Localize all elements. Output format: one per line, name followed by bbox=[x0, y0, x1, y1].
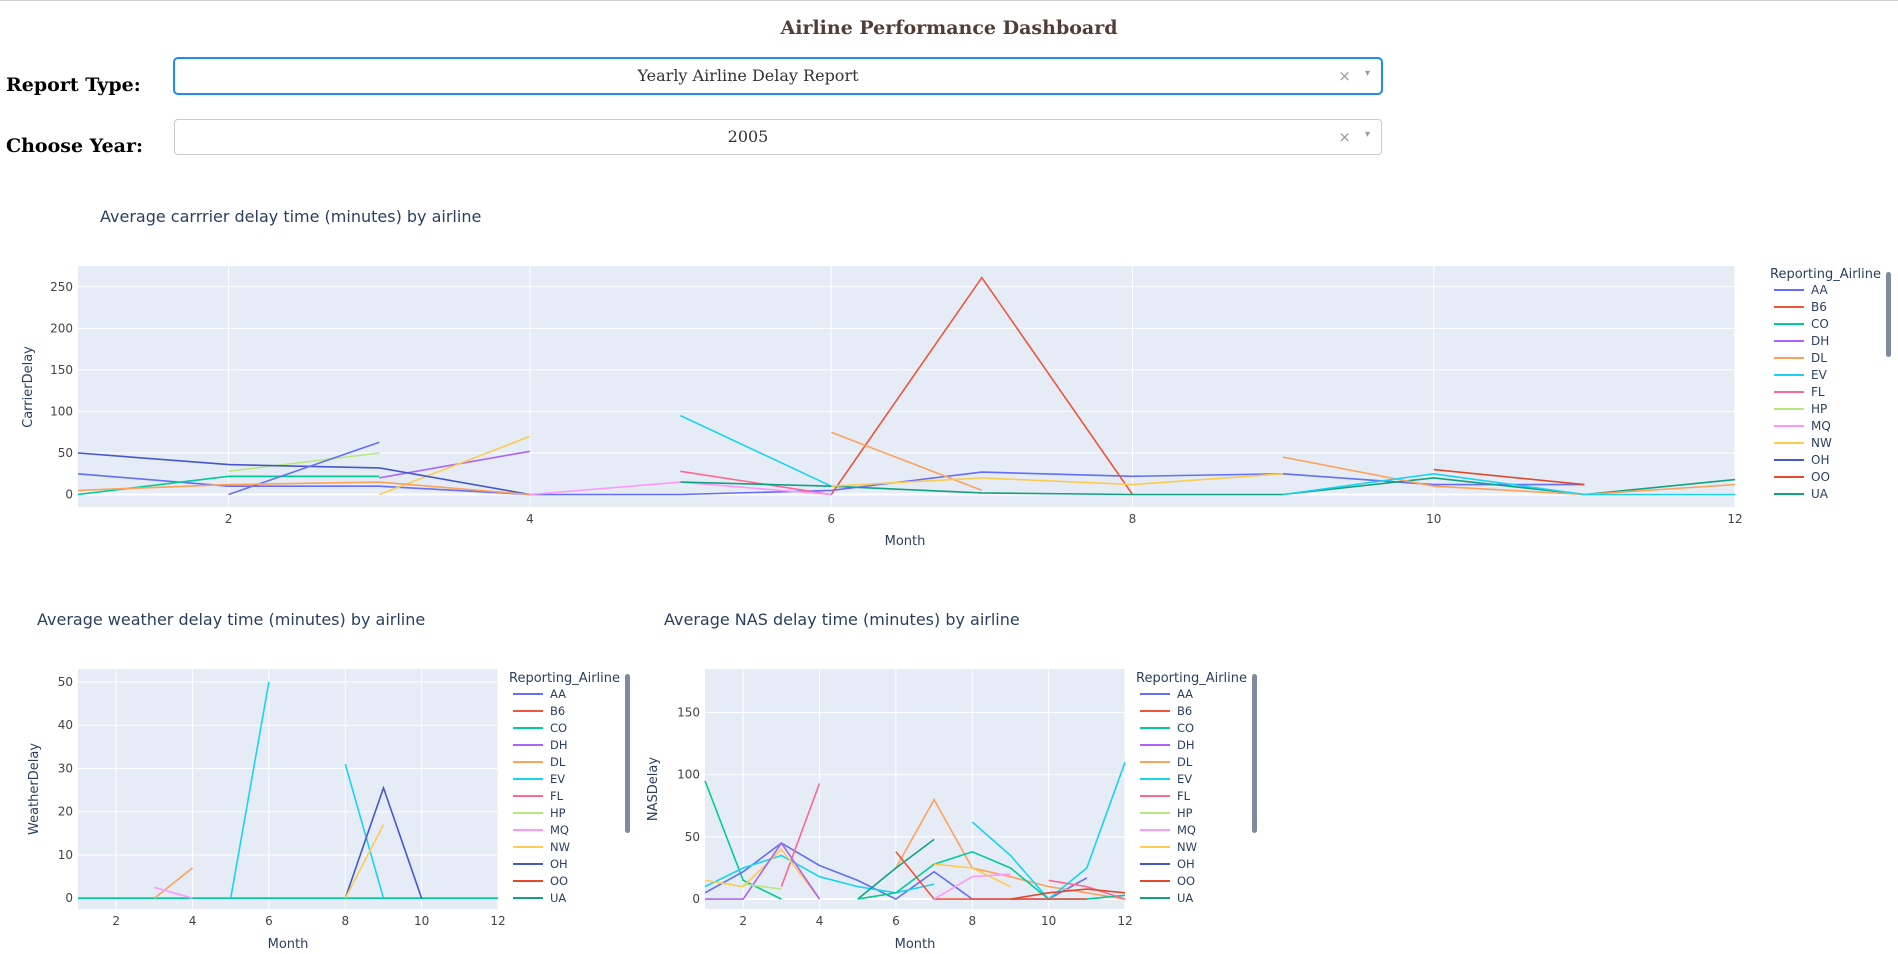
legend-title: Reporting_Airline bbox=[509, 671, 620, 686]
x-tick-label: 4 bbox=[816, 914, 824, 928]
legend-item: UA bbox=[1811, 487, 1829, 501]
y-tick-label: 20 bbox=[58, 805, 73, 819]
plot-area bbox=[705, 669, 1125, 909]
legend-title: Reporting_Airline bbox=[1136, 671, 1247, 686]
y-tick-label: 250 bbox=[50, 280, 73, 294]
legend-item: OO bbox=[550, 874, 568, 888]
legend-item: DH bbox=[550, 738, 568, 752]
legend-item: CO bbox=[550, 721, 567, 735]
x-axis-label: Month bbox=[885, 534, 926, 549]
x-tick-label: 6 bbox=[265, 914, 273, 928]
x-axis-label: Month bbox=[895, 937, 936, 952]
y-tick-label: 0 bbox=[692, 892, 700, 906]
legend-item: OO bbox=[1177, 874, 1195, 888]
x-tick-label: 10 bbox=[1041, 914, 1056, 928]
x-tick-label: 10 bbox=[1426, 512, 1441, 526]
legend-item: MQ bbox=[1811, 419, 1831, 433]
y-tick-label: 100 bbox=[50, 404, 73, 418]
legend-item: EV bbox=[1177, 772, 1192, 786]
y-tick-label: 150 bbox=[50, 363, 73, 377]
y-tick-label: 30 bbox=[58, 761, 73, 775]
x-tick-label: 8 bbox=[341, 914, 349, 928]
x-tick-label: 4 bbox=[189, 914, 197, 928]
legend-title: Reporting_Airline bbox=[1770, 267, 1881, 282]
legend-item: DL bbox=[1811, 351, 1827, 365]
carrier-delay-chart: Average carrrier delay time (minutes) by… bbox=[21, 207, 1891, 549]
legend-item: FL bbox=[1177, 789, 1191, 803]
legend-item: EV bbox=[1811, 368, 1828, 382]
y-tick-label: 200 bbox=[50, 321, 73, 335]
x-tick-label: 2 bbox=[112, 914, 120, 928]
x-tick-label: 12 bbox=[490, 914, 505, 928]
y-tick-label: 0 bbox=[65, 488, 73, 502]
legend-item: CO bbox=[1811, 317, 1829, 331]
chart-title: Average weather delay time (minutes) by … bbox=[37, 610, 425, 629]
legend-item: AA bbox=[550, 687, 566, 701]
legend-item: NW bbox=[550, 840, 570, 854]
y-tick-label: 0 bbox=[65, 891, 73, 905]
legend-scrollbar[interactable] bbox=[1886, 272, 1891, 357]
plot-area bbox=[78, 669, 498, 909]
legend-item: HP bbox=[550, 806, 566, 820]
x-tick-label: 8 bbox=[1129, 512, 1137, 526]
y-tick-label: 50 bbox=[685, 830, 700, 844]
legend-item: B6 bbox=[1811, 300, 1827, 314]
x-tick-label: 12 bbox=[1727, 512, 1742, 526]
x-tick-label: 6 bbox=[827, 512, 835, 526]
legend-item: DH bbox=[1177, 738, 1195, 752]
legend-item: OH bbox=[550, 857, 568, 871]
x-tick-label: 2 bbox=[739, 914, 747, 928]
legend-item: DL bbox=[550, 755, 566, 769]
x-tick-label: 4 bbox=[526, 512, 534, 526]
legend-scrollbar[interactable] bbox=[625, 674, 630, 833]
legend-item: HP bbox=[1177, 806, 1193, 820]
legend-item: NW bbox=[1811, 436, 1832, 450]
legend-item: MQ bbox=[550, 823, 569, 837]
y-tick-label: 150 bbox=[677, 706, 700, 720]
weather-delay-chart: Average weather delay time (minutes) by … bbox=[27, 610, 630, 952]
charts-canvas: Average carrrier delay time (minutes) by… bbox=[21, 207, 1891, 952]
legend-item: UA bbox=[550, 891, 566, 905]
y-tick-label: 40 bbox=[58, 718, 73, 732]
legend-item: DH bbox=[1811, 334, 1829, 348]
legend-item: AA bbox=[1177, 687, 1193, 701]
legend-item: UA bbox=[1177, 891, 1193, 905]
x-tick-label: 10 bbox=[414, 914, 429, 928]
legend-item: OH bbox=[1177, 857, 1195, 871]
y-tick-label: 50 bbox=[58, 446, 73, 460]
x-tick-label: 12 bbox=[1117, 914, 1132, 928]
x-tick-label: 2 bbox=[225, 512, 233, 526]
legend-item: MQ bbox=[1177, 823, 1196, 837]
legend-item: NW bbox=[1177, 840, 1197, 854]
legend-item: HP bbox=[1811, 402, 1827, 416]
chart-title: Average carrrier delay time (minutes) by… bbox=[100, 207, 481, 226]
legend-item: EV bbox=[550, 772, 565, 786]
chart-title: Average NAS delay time (minutes) by airl… bbox=[664, 610, 1020, 629]
legend-item: FL bbox=[550, 789, 564, 803]
legend-item: CO bbox=[1177, 721, 1194, 735]
y-axis-label: WeatherDelay bbox=[27, 743, 42, 835]
legend-scrollbar[interactable] bbox=[1252, 674, 1257, 833]
x-axis-label: Month bbox=[268, 937, 309, 952]
legend-item: B6 bbox=[1177, 704, 1192, 718]
legend-item: OO bbox=[1811, 470, 1830, 484]
legend-item: AA bbox=[1811, 283, 1829, 297]
legend-item: FL bbox=[1811, 385, 1825, 399]
y-axis-label: CarrierDelay bbox=[21, 346, 36, 428]
y-tick-label: 100 bbox=[677, 768, 700, 782]
y-tick-label: 10 bbox=[58, 848, 73, 862]
x-tick-label: 8 bbox=[968, 914, 976, 928]
legend-item: DL bbox=[1177, 755, 1193, 769]
legend-item: OH bbox=[1811, 453, 1829, 467]
nas-delay-chart: Average NAS delay time (minutes) by airl… bbox=[646, 610, 1257, 952]
y-axis-label: NASDelay bbox=[646, 757, 661, 821]
x-tick-label: 6 bbox=[892, 914, 900, 928]
y-tick-label: 50 bbox=[58, 675, 73, 689]
legend-item: B6 bbox=[550, 704, 565, 718]
